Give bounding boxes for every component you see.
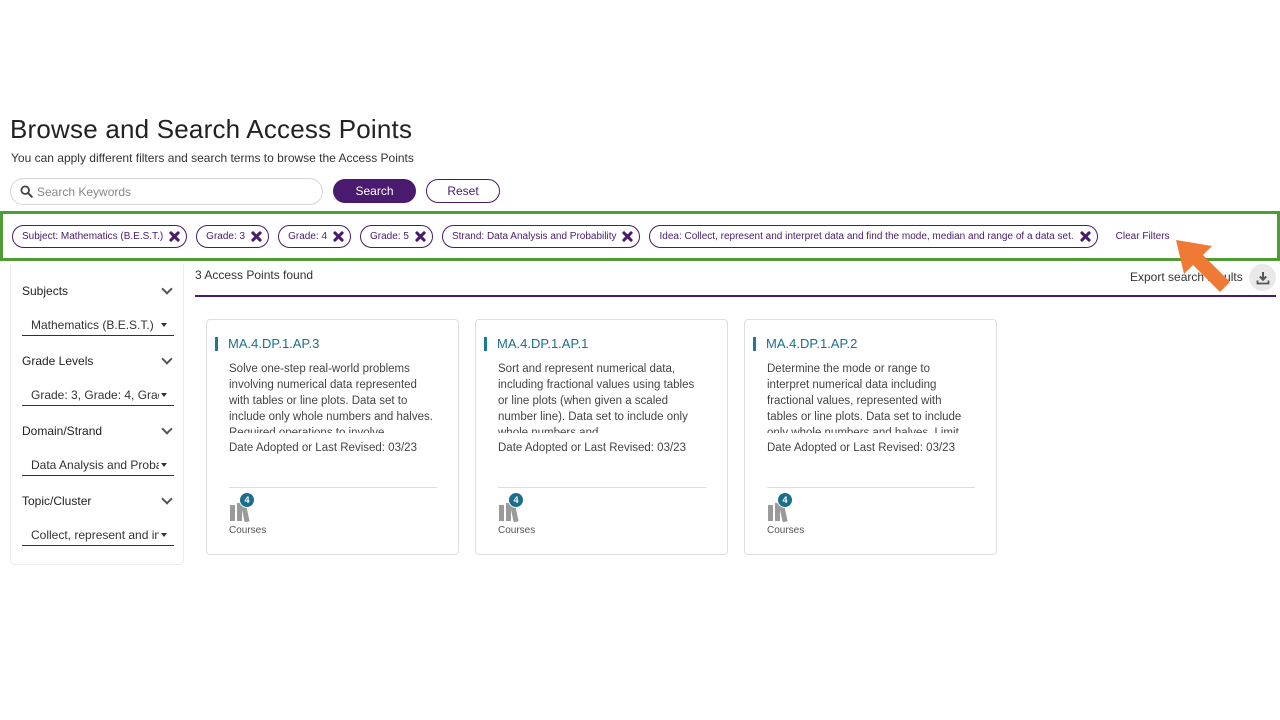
facet-header[interactable]: Subjects [22, 282, 174, 298]
courses-count-badge: 4 [508, 492, 524, 508]
courses-count-badge: 4 [777, 492, 793, 508]
facet-title: Domain/Strand [22, 424, 103, 438]
filter-chip-label: Strand: Data Analysis and Probability [451, 230, 617, 242]
search-input[interactable] [37, 184, 307, 199]
facet-header[interactable]: Grade Levels [22, 352, 174, 368]
courses-label[interactable]: Courses [229, 525, 266, 536]
filter-chip-idea[interactable]: Idea: Collect, represent and interpret d… [649, 224, 1098, 248]
results-count: 3 Access Points found [195, 268, 314, 282]
card-divider [767, 487, 975, 488]
filter-sidebar: Subjects Mathematics (B.E.S.T.) Grade Le… [10, 264, 184, 565]
chevron-down-icon[interactable] [161, 422, 173, 435]
facet-header[interactable]: Topic/Cluster [22, 492, 174, 508]
access-point-card[interactable]: MA.4.DP.1.AP.3 Solve one-step real-world… [206, 319, 459, 555]
facet-title: Grade Levels [22, 354, 94, 368]
caret-down-icon [161, 532, 167, 537]
reset-button[interactable]: Reset [426, 179, 500, 203]
select-value: Grade: 3, Grade: 4, Grade: 5 [31, 387, 159, 402]
remove-filter-icon[interactable] [333, 231, 344, 242]
access-point-description: Sort and represent numerical data, inclu… [498, 363, 695, 433]
filter-chip-label: Grade: 3 [206, 230, 246, 242]
access-point-card[interactable]: MA.4.DP.1.AP.2 Determine the mode or ran… [744, 319, 997, 555]
facet-domain-strand: Domain/Strand Data Analysis and Probabil… [22, 422, 174, 476]
chevron-down-icon[interactable] [161, 352, 173, 365]
facet-grade-levels: Grade Levels Grade: 3, Grade: 4, Grade: … [22, 352, 174, 406]
search-button[interactable]: Search [333, 179, 416, 203]
facet-header[interactable]: Domain/Strand [22, 422, 174, 438]
date-revised: Date Adopted or Last Revised: 03/23 [229, 442, 417, 454]
remove-filter-icon[interactable] [169, 231, 180, 242]
clear-filters-link[interactable]: Clear Filters [1116, 231, 1170, 242]
filter-chip-label: Grade: 5 [370, 230, 409, 242]
facet-subjects: Subjects Mathematics (B.E.S.T.) [22, 282, 174, 336]
filter-chip-label: Subject: Mathematics (B.E.S.T.) [22, 230, 164, 242]
download-icon[interactable] [1249, 264, 1276, 291]
caret-down-icon [161, 322, 167, 327]
filter-chip-grade-5[interactable]: Grade: 5 [360, 224, 433, 248]
search-box[interactable] [10, 178, 323, 205]
access-point-card[interactable]: MA.4.DP.1.AP.1 Sort and represent numeri… [475, 319, 728, 555]
date-revised: Date Adopted or Last Revised: 03/23 [767, 442, 955, 454]
filter-chip-label: Grade: 4 [288, 230, 328, 242]
remove-filter-icon[interactable] [415, 231, 426, 242]
page-title: Browse and Search Access Points [10, 114, 413, 144]
courses-count-badge: 4 [239, 492, 255, 508]
access-point-code[interactable]: MA.4.DP.1.AP.1 [484, 337, 588, 351]
courses-label[interactable]: Courses [767, 525, 804, 536]
subject-select[interactable]: Mathematics (B.E.S.T.) [22, 314, 174, 336]
active-filters-bar: Subject: Mathematics (B.E.S.T.) Grade: 3… [0, 211, 1280, 261]
chevron-down-icon[interactable] [161, 492, 173, 505]
select-value: Data Analysis and Probability [31, 457, 159, 472]
caret-down-icon [161, 462, 167, 467]
facet-topic-cluster: Topic/Cluster Collect, represent and int… [22, 492, 174, 546]
topic-select[interactable]: Collect, represent and interpret data [22, 524, 174, 546]
caret-down-icon [161, 392, 167, 397]
filter-chip-grade-4[interactable]: Grade: 4 [278, 224, 352, 248]
card-divider [498, 487, 706, 488]
pointer-arrow-icon [1176, 240, 1230, 292]
access-point-description: Determine the mode or range to interpret… [767, 363, 962, 433]
courses-label[interactable]: Courses [498, 525, 535, 536]
card-divider [229, 487, 437, 488]
strand-select[interactable]: Data Analysis and Probability [22, 454, 174, 476]
search-icon [20, 185, 33, 198]
page-subtitle: You can apply different filters and sear… [11, 151, 414, 165]
access-point-code[interactable]: MA.4.DP.1.AP.2 [753, 337, 857, 351]
filter-chip-strand[interactable]: Strand: Data Analysis and Probability [441, 224, 641, 248]
remove-filter-icon[interactable] [622, 231, 633, 242]
facet-title: Topic/Cluster [22, 494, 92, 508]
facet-title: Subjects [22, 284, 69, 298]
select-value: Collect, represent and interpret data [31, 527, 159, 542]
filter-chip-subject[interactable]: Subject: Mathematics (B.E.S.T.) [12, 224, 188, 248]
access-point-description: Solve one-step real-world problems invol… [229, 363, 433, 433]
remove-filter-icon[interactable] [251, 231, 262, 242]
date-revised: Date Adopted or Last Revised: 03/23 [498, 442, 686, 454]
filter-chip-label: Idea: Collect, represent and interpret d… [659, 230, 1074, 242]
remove-filter-icon[interactable] [1080, 231, 1091, 242]
grade-select[interactable]: Grade: 3, Grade: 4, Grade: 5 [22, 384, 174, 406]
select-value: Mathematics (B.E.S.T.) [31, 317, 154, 332]
results-divider [195, 295, 1276, 297]
chevron-down-icon[interactable] [161, 282, 173, 295]
access-point-code[interactable]: MA.4.DP.1.AP.3 [215, 337, 319, 351]
filter-chip-grade-3[interactable]: Grade: 3 [196, 224, 270, 248]
